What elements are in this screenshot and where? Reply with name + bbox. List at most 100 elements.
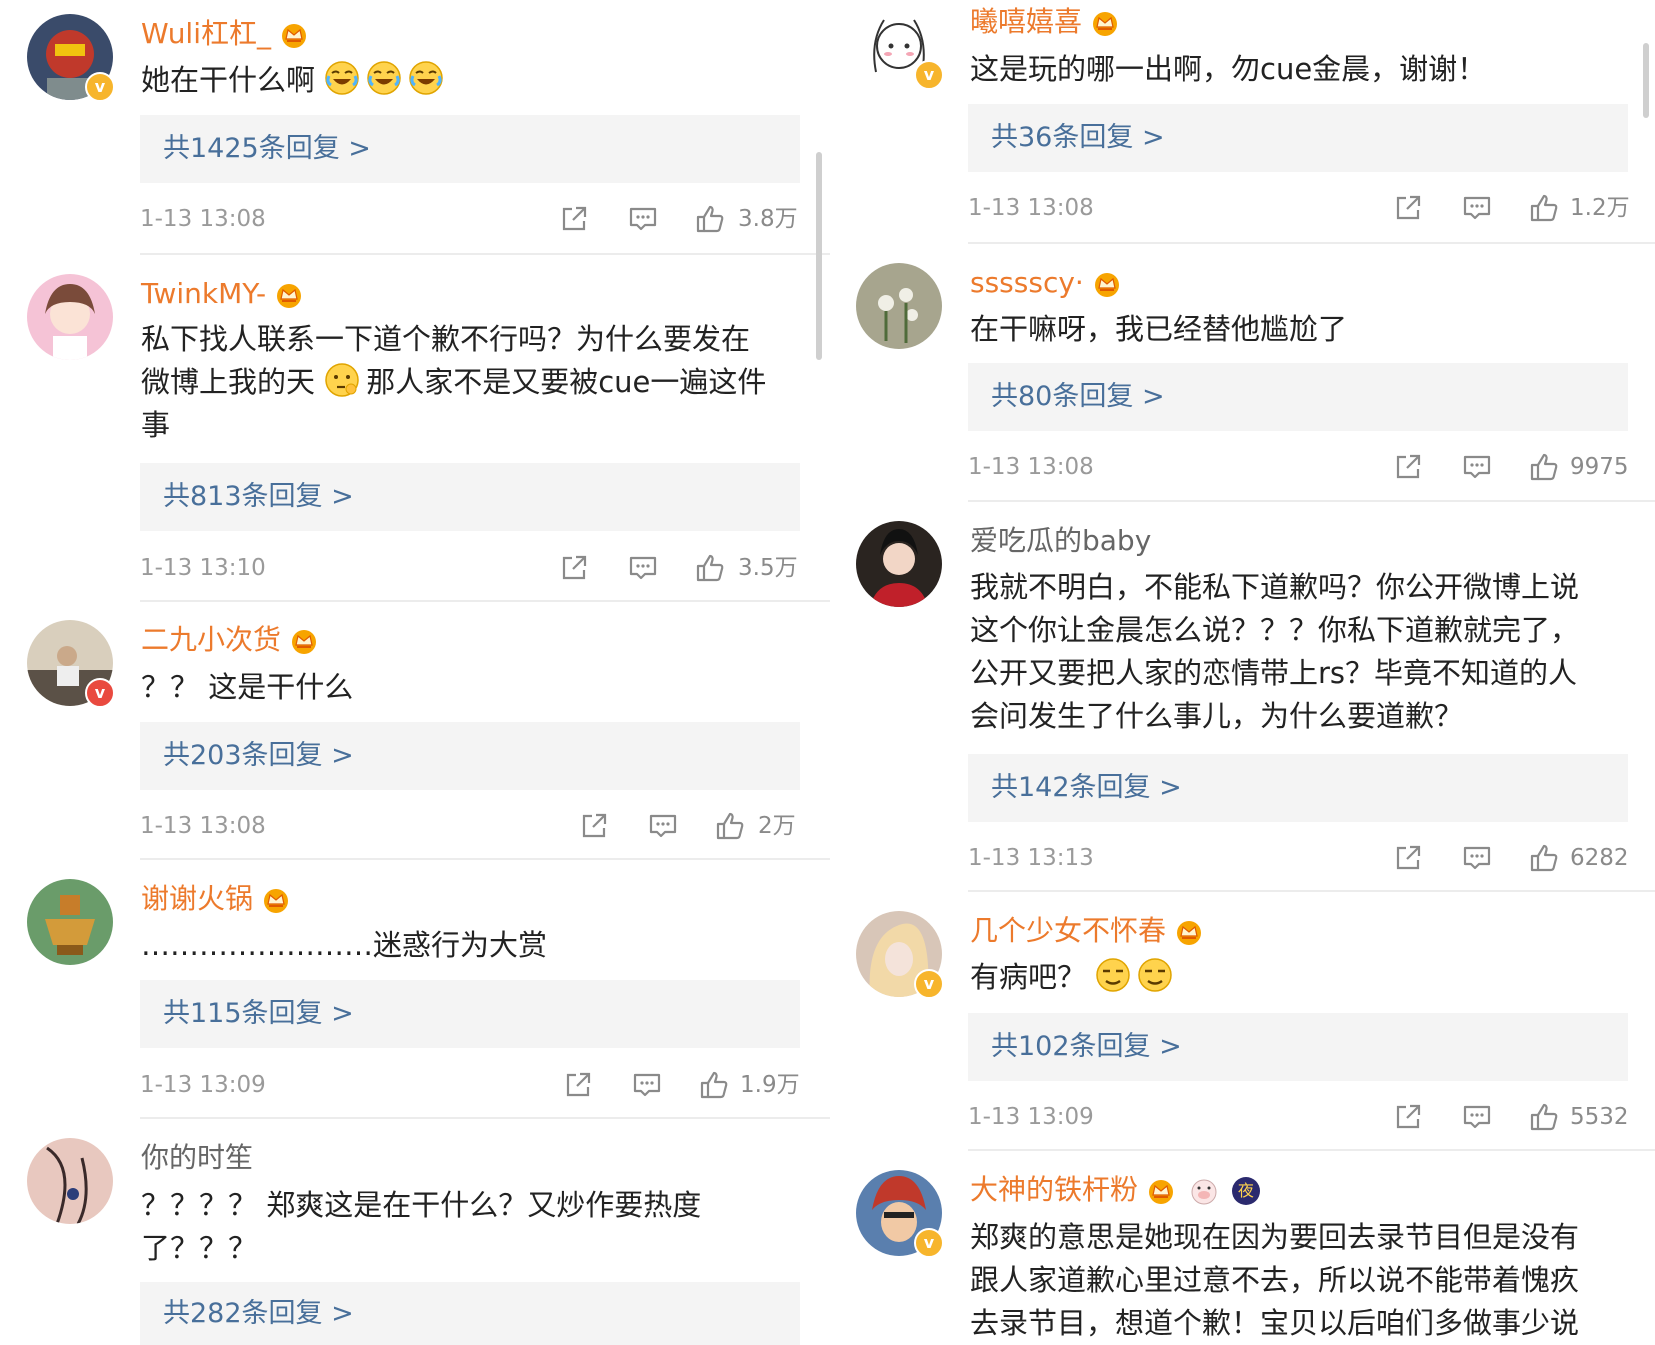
username-text[interactable]: 曦嘻嬉喜 (970, 5, 1082, 38)
username[interactable]: 曦嘻嬉喜 (970, 5, 1120, 39)
comment-icon[interactable] (647, 810, 679, 842)
username-text[interactable]: 你的时笙 (141, 1141, 253, 1174)
scrollbar[interactable] (1643, 43, 1649, 118)
username-text[interactable]: 大神的铁杆粉 (970, 1173, 1138, 1206)
username[interactable]: 你的时笙 (141, 1141, 253, 1175)
timestamp: 1-13 13:13 (968, 845, 1094, 871)
comment-text-line: 去录节目，想道个歉！宝贝以后咱们多做事少说 (970, 1306, 1580, 1340)
share-icon[interactable] (562, 1069, 594, 1101)
like-count[interactable]: 9975 (1570, 447, 1629, 487)
comment-icon[interactable] (1461, 451, 1493, 483)
comment-icon[interactable] (627, 552, 659, 584)
like-icon[interactable] (694, 203, 726, 235)
timestamp: 1-13 13:08 (968, 454, 1094, 480)
crown-badge-icon (1146, 1177, 1176, 1205)
username-text[interactable]: Wuli杠杠_ (141, 17, 271, 50)
username-text[interactable]: TwinkMY- (141, 277, 266, 310)
avatar[interactable]: v (856, 2, 944, 90)
like-icon[interactable] (1528, 451, 1560, 483)
avatar[interactable] (856, 521, 942, 607)
like-count[interactable]: 1.2万 (1570, 188, 1630, 228)
view-replies-link[interactable]: 共282条回复 > (140, 1282, 800, 1345)
comment-meta: 1-13 13:09 1.9万 (140, 1065, 800, 1105)
comment-text-line: ？？ 这是干什么 (141, 670, 354, 704)
share-icon[interactable] (558, 552, 590, 584)
divider (140, 600, 830, 602)
like-icon[interactable] (1528, 1101, 1560, 1133)
avatar[interactable]: v (856, 1170, 944, 1258)
username[interactable]: 二九小次货 (141, 623, 319, 657)
like-icon[interactable] (1528, 842, 1560, 874)
view-replies-link[interactable]: 共102条回复 > (968, 1013, 1628, 1081)
username[interactable]: 大神的铁杆粉 夜 (970, 1173, 1260, 1207)
like-icon[interactable] (714, 810, 746, 842)
avatar[interactable] (27, 1138, 113, 1224)
comment-text: 她在干什么啊 (141, 59, 450, 102)
timestamp: 1-13 13:09 (140, 1072, 266, 1098)
share-icon[interactable] (1392, 451, 1424, 483)
username-text[interactable]: 爱吃瓜的baby (970, 524, 1151, 557)
username-text[interactable]: 几个少女不怀春 (970, 914, 1166, 947)
view-replies-link[interactable]: 共1425条回复 > (140, 115, 800, 183)
username[interactable]: 几个少女不怀春 (970, 914, 1204, 948)
username[interactable]: TwinkMY- (141, 277, 304, 311)
comment-icon[interactable] (627, 203, 659, 235)
username-text[interactable]: 二九小次货 (141, 623, 281, 656)
view-replies-link[interactable]: 共813条回复 > (140, 463, 800, 531)
share-icon[interactable] (558, 203, 590, 235)
comment-meta: 1-13 13:08 9975 (968, 447, 1629, 487)
username-text[interactable]: 谢谢火锅 (141, 882, 253, 915)
like-count[interactable]: 3.8万 (738, 199, 798, 239)
crown-badge-icon (289, 627, 319, 655)
like-icon[interactable] (698, 1069, 730, 1101)
avatar[interactable] (856, 263, 942, 349)
verified-badge-icon: v (914, 969, 944, 999)
share-icon[interactable] (1392, 1101, 1424, 1133)
avatar[interactable]: v (27, 14, 115, 102)
like-icon[interactable] (694, 552, 726, 584)
share-icon[interactable] (1392, 192, 1424, 224)
username[interactable]: 爱吃瓜的baby (970, 524, 1151, 558)
comment-icon[interactable] (1461, 192, 1493, 224)
comment-meta: 1-13 13:13 6282 (968, 838, 1629, 878)
laugh-cry-emoji-icon (366, 60, 402, 96)
verified-badge-icon: v (85, 678, 115, 708)
username[interactable]: 谢谢火锅 (141, 882, 291, 916)
scrollbar[interactable] (816, 152, 822, 360)
username-text[interactable]: ssssscy· (970, 266, 1084, 299)
comment-icon[interactable] (1461, 842, 1493, 874)
like-count[interactable]: 5532 (1570, 1097, 1629, 1137)
like-count[interactable]: 1.9万 (740, 1065, 800, 1105)
comment-meta: 1-13 13:09 5532 (968, 1097, 1629, 1137)
share-icon[interactable] (1392, 842, 1424, 874)
share-icon[interactable] (578, 810, 610, 842)
avatar[interactable] (27, 274, 113, 360)
comment-text: 这是玩的哪一出啊，勿cue金晨，谢谢！ (970, 48, 1486, 91)
timestamp: 1-13 13:08 (140, 813, 266, 839)
view-replies-link[interactable]: 共80条回复 > (968, 363, 1628, 431)
username[interactable]: ssssscy· (970, 266, 1122, 300)
timestamp: 1-13 13:09 (968, 1104, 1094, 1130)
username[interactable]: Wuli杠杠_ (141, 17, 309, 51)
like-icon[interactable] (1528, 192, 1560, 224)
like-count[interactable]: 3.5万 (738, 548, 798, 588)
comment-text-line: 她在干什么啊 (141, 63, 316, 97)
comment-text-line: 微博上我的天 (141, 365, 316, 399)
like-count[interactable]: 6282 (1570, 838, 1629, 878)
divider (140, 858, 830, 860)
comment-text: 在干嘛呀，我已经替他尴尬了 (970, 308, 1347, 351)
view-replies-link[interactable]: 共36条回复 > (968, 104, 1628, 172)
view-replies-link[interactable]: 共142条回复 > (968, 754, 1628, 822)
avatar[interactable] (27, 879, 113, 965)
crown-badge-icon (279, 21, 309, 49)
view-replies-link[interactable]: 共203条回复 > (140, 722, 800, 790)
avatar[interactable]: v (856, 911, 944, 999)
like-count[interactable]: 2万 (758, 806, 796, 846)
comment-icon[interactable] (631, 1069, 663, 1101)
view-replies-link[interactable]: 共115条回复 > (140, 980, 800, 1048)
avatar[interactable]: v (27, 620, 115, 708)
laugh-cry-emoji-icon (324, 60, 360, 96)
comment-text-line: 这是玩的哪一出啊，勿cue金晨，谢谢！ (970, 52, 1487, 86)
smug-emoji-icon (1137, 957, 1173, 993)
comment-icon[interactable] (1461, 1101, 1493, 1133)
